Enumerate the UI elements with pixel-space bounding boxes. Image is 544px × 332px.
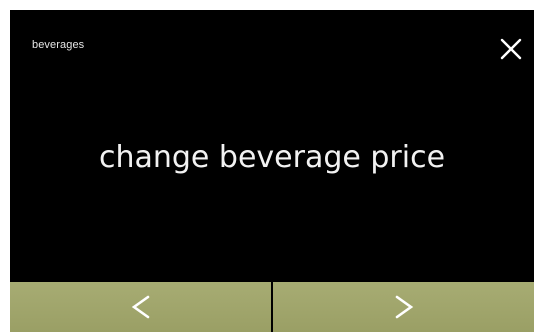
- next-button[interactable]: [273, 282, 534, 332]
- chevron-left-icon: [131, 295, 149, 319]
- previous-button[interactable]: [10, 282, 271, 332]
- page-title: beverages: [32, 39, 85, 51]
- chevron-right-icon: [395, 295, 413, 319]
- close-button[interactable]: [494, 32, 528, 66]
- menu-option-label[interactable]: change beverage price: [10, 140, 534, 175]
- screen: beverages change beverage price: [10, 10, 534, 332]
- nav-bar: [10, 282, 534, 332]
- close-icon: [500, 38, 522, 60]
